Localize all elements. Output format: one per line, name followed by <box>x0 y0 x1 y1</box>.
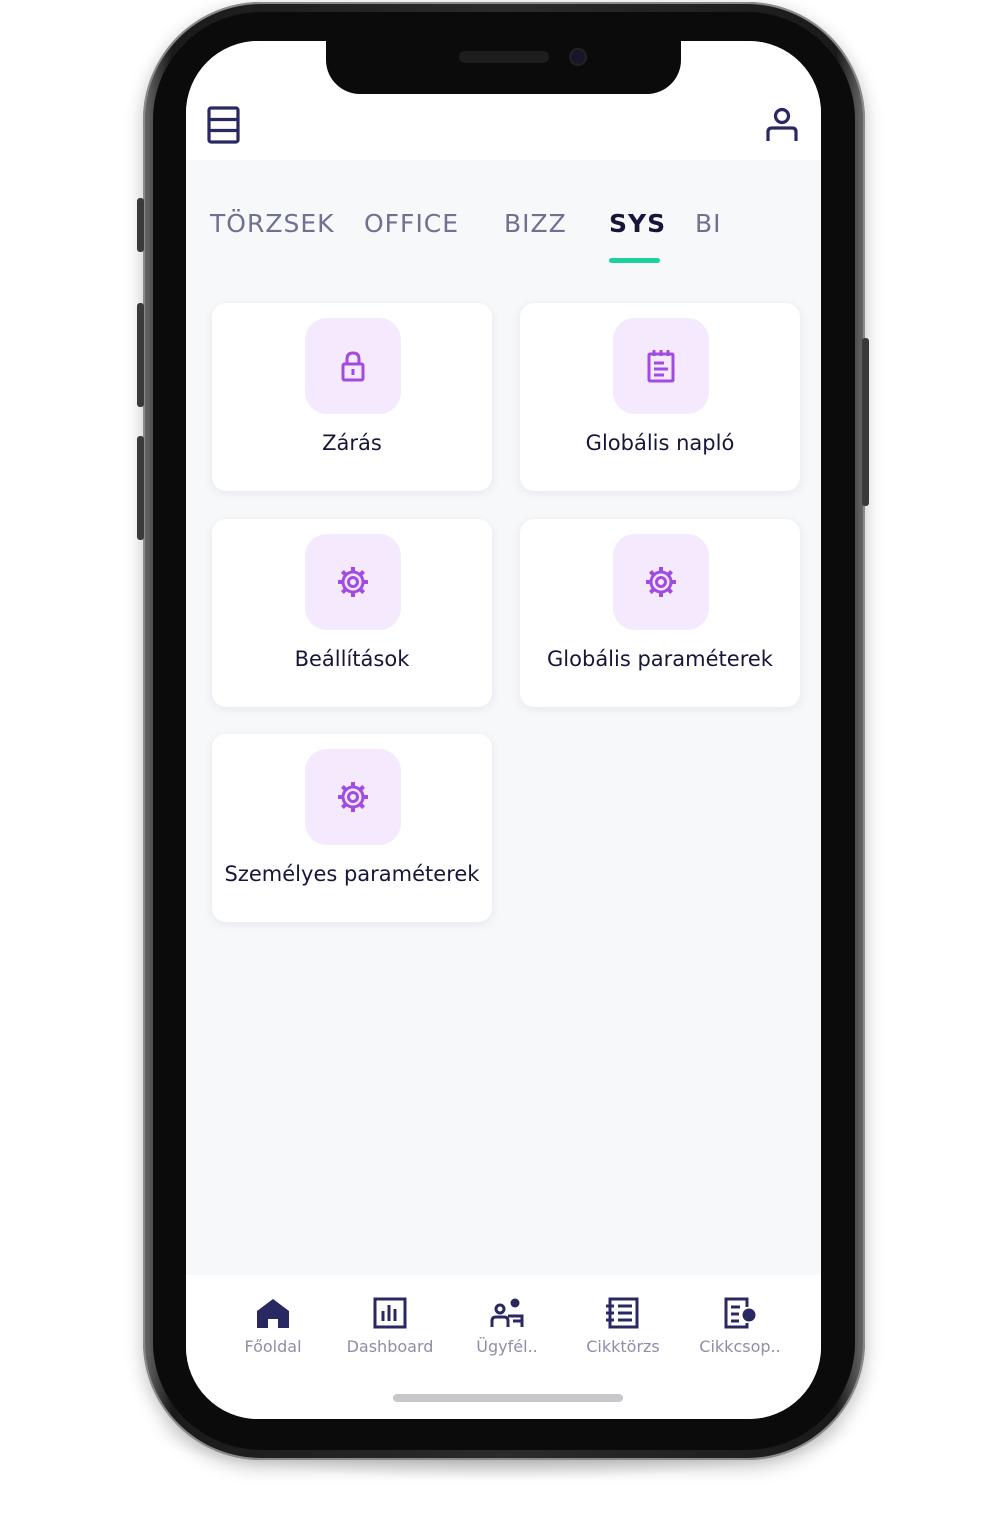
card-icon-tile <box>305 534 401 630</box>
tab-bi[interactable]: BI <box>695 209 722 238</box>
user-icon <box>766 107 798 141</box>
speaker-grille <box>459 51 549 63</box>
mute-switch <box>137 198 144 252</box>
bar-chart-icon <box>373 1297 407 1329</box>
card-zaras[interactable]: Zárás <box>212 303 492 491</box>
menu-icon <box>207 106 240 144</box>
nav-item-customers[interactable]: Ügyfél.. <box>447 1297 567 1356</box>
notch <box>326 41 681 94</box>
card-beallitasok[interactable]: Beállítások <box>212 519 492 707</box>
card-icon-tile <box>305 318 401 414</box>
card-szemelyes-parameterek[interactable]: Személyes paraméterek <box>212 734 492 922</box>
tab-office[interactable]: OFFICE <box>364 209 459 238</box>
card-label: Globális napló <box>585 431 735 455</box>
card-label: Globális paraméterek <box>547 647 773 671</box>
nav-label: Cikkcsop.. <box>699 1337 781 1356</box>
front-camera <box>569 48 587 66</box>
active-tab-indicator <box>609 258 660 263</box>
volume-up-button <box>137 303 144 407</box>
volume-down-button <box>137 436 144 540</box>
tab-torzsek[interactable]: TÖRZSEK <box>210 209 335 238</box>
card-icon-tile <box>613 318 709 414</box>
nav-item-dashboard[interactable]: Dashboard <box>330 1297 450 1356</box>
gear-icon <box>338 782 368 812</box>
list-icon <box>606 1297 639 1329</box>
card-globalis-naplo[interactable]: Globális napló <box>520 303 800 491</box>
home-icon <box>257 1299 289 1328</box>
customers-icon <box>490 1298 524 1327</box>
tab-bar: TÖRZSEK OFFICE BIZZ SYS BI <box>186 201 821 271</box>
card-label: Személyes paraméterek <box>224 862 480 886</box>
card-globalis-parameterek[interactable]: Globális paraméterek <box>520 519 800 707</box>
phone-screen: TÖRZSEK OFFICE BIZZ SYS BI Zárás Globáli… <box>186 41 821 1419</box>
category-list-icon <box>724 1297 756 1329</box>
card-label: Beállítások <box>294 647 410 671</box>
tab-sys[interactable]: SYS <box>609 209 666 238</box>
user-profile-button[interactable] <box>764 106 800 144</box>
gear-icon <box>646 567 676 597</box>
nav-item-cikktorzs[interactable]: Cikktörzs <box>563 1297 683 1356</box>
nav-label: Cikktörzs <box>586 1337 660 1356</box>
menu-button[interactable] <box>206 106 242 144</box>
nav-item-home[interactable]: Főoldal <box>213 1297 333 1356</box>
power-button <box>862 338 869 506</box>
card-icon-tile <box>305 749 401 845</box>
notepad-icon <box>647 350 675 383</box>
nav-label: Ügyfél.. <box>476 1337 538 1356</box>
lock-icon <box>341 351 365 382</box>
card-label: Zárás <box>322 431 382 455</box>
nav-label: Főoldal <box>244 1337 302 1356</box>
card-icon-tile <box>613 534 709 630</box>
nav-label: Dashboard <box>346 1337 434 1356</box>
nav-item-cikkcsoport[interactable]: Cikkcsop.. <box>680 1297 800 1356</box>
home-indicator <box>393 1394 623 1402</box>
tab-bizz[interactable]: BIZZ <box>504 209 567 238</box>
gear-icon <box>338 567 368 597</box>
